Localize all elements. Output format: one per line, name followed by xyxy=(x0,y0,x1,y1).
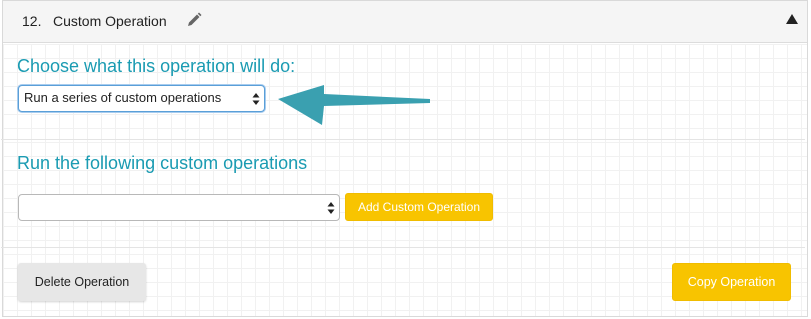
pencil-icon[interactable] xyxy=(186,12,202,28)
custom-operation-select[interactable] xyxy=(18,194,340,221)
section-divider xyxy=(1,139,805,140)
footer-divider xyxy=(1,247,805,248)
add-custom-operation-button[interactable]: Add Custom Operation xyxy=(345,193,493,221)
select-arrows-icon xyxy=(252,93,260,105)
copy-operation-button[interactable]: Copy Operation xyxy=(672,263,791,301)
operation-header[interactable]: 12. Custom Operation xyxy=(3,1,807,43)
triangle-up-icon[interactable] xyxy=(785,12,799,26)
choose-operation-heading: Choose what this operation will do: xyxy=(17,56,296,76)
select-arrows-icon xyxy=(327,202,335,214)
operation-number: 12. xyxy=(22,13,42,29)
operation-type-select[interactable]: Run a series of custom operations xyxy=(18,85,265,112)
delete-operation-button[interactable]: Delete Operation xyxy=(18,263,146,301)
pointer-arrow-graphic xyxy=(278,85,430,125)
custom-operations-heading: Run the following custom operations xyxy=(17,153,308,173)
operation-title: Custom Operation xyxy=(53,13,167,29)
operation-type-value: Run a series of custom operations xyxy=(24,90,222,105)
